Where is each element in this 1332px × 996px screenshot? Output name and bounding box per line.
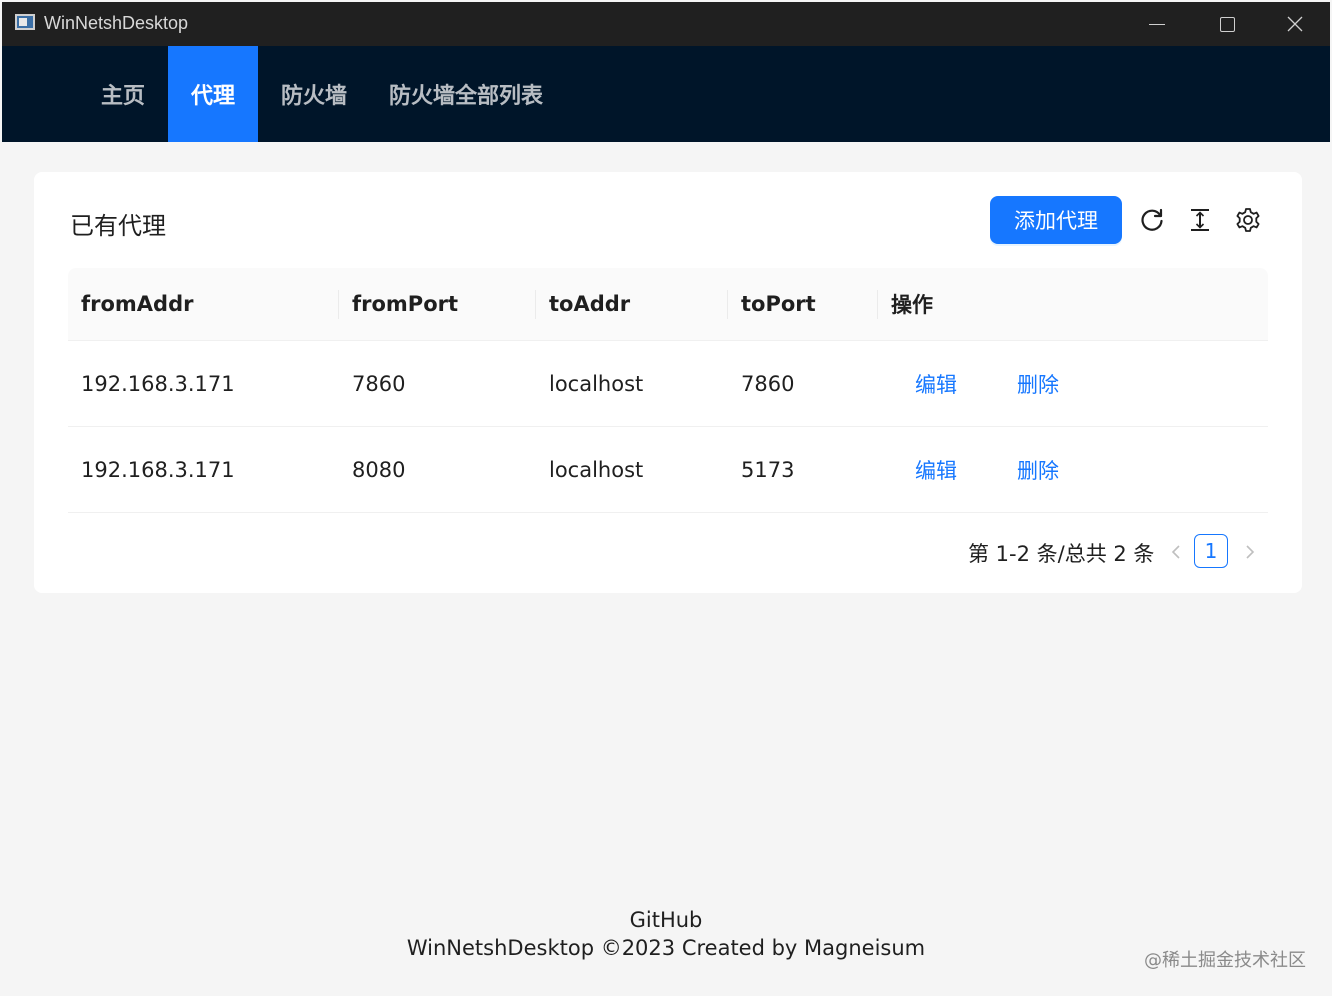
close-icon xyxy=(1287,16,1303,32)
maximize-icon xyxy=(1219,16,1235,32)
column-divider xyxy=(338,290,339,319)
window-title: WinNetshDesktop xyxy=(44,13,189,33)
top-nav: 主页 代理 防火墙 防火墙全部列表 xyxy=(2,46,1330,142)
column-divider xyxy=(727,290,728,319)
copyright-text: WinNetshDesktop ©2023 Created by Magneis… xyxy=(406,936,926,960)
cell-toport: 7860 xyxy=(741,371,795,396)
chevron-left-icon xyxy=(1171,545,1180,559)
cell-fromaddr: 192.168.3.171 xyxy=(81,371,235,396)
nav-item-home[interactable]: 主页 xyxy=(78,46,168,142)
edit-link[interactable]: 编辑 xyxy=(915,427,957,512)
column-header-toaddr: toAddr xyxy=(549,292,631,316)
footer: GitHub WinNetshDesktop ©2023 Created by … xyxy=(2,906,1330,962)
column-height-icon[interactable] xyxy=(1186,206,1214,234)
pagination-summary: 第 1-2 条/总共 2 条 xyxy=(968,542,1155,566)
proxy-table: fromAddr fromPort toAddr toPort 操作 192.1… xyxy=(68,268,1268,513)
github-link[interactable]: GitHub xyxy=(2,906,1330,934)
app-icon xyxy=(15,14,35,30)
title-bar: WinNetshDesktop xyxy=(2,2,1330,46)
close-button[interactable] xyxy=(1260,2,1330,46)
column-header-actions: 操作 xyxy=(891,293,933,317)
table-row: 192.168.3.171 7860 localhost 7860 编辑 删除 xyxy=(68,341,1268,427)
edit-link[interactable]: 编辑 xyxy=(915,341,957,426)
table-header: fromAddr fromPort toAddr toPort 操作 xyxy=(68,268,1268,341)
pagination-page-button[interactable]: 1 xyxy=(1194,534,1228,568)
chevron-right-icon xyxy=(1246,545,1255,559)
nav-item-proxy[interactable]: 代理 xyxy=(168,46,258,142)
table-row: 192.168.3.171 8080 localhost 5173 编辑 删除 xyxy=(68,427,1268,513)
add-proxy-button[interactable]: 添加代理 xyxy=(990,196,1122,244)
pagination-next-button[interactable] xyxy=(1240,540,1260,564)
reload-icon[interactable] xyxy=(1138,206,1166,234)
delete-link[interactable]: 删除 xyxy=(1017,427,1059,512)
cell-fromport: 8080 xyxy=(352,457,406,482)
column-divider xyxy=(877,290,878,319)
nav-item-firewall[interactable]: 防火墙 xyxy=(258,46,370,142)
setting-icon[interactable] xyxy=(1234,206,1262,234)
column-header-fromport: fromPort xyxy=(352,292,459,316)
column-header-fromaddr: fromAddr xyxy=(81,292,194,316)
minimize-button[interactable] xyxy=(1122,2,1192,46)
maximize-button[interactable] xyxy=(1192,2,1262,46)
nav-item-firewall-list[interactable]: 防火墙全部列表 xyxy=(370,46,562,142)
cell-fromaddr: 192.168.3.171 xyxy=(81,457,235,482)
minimize-icon xyxy=(1149,23,1165,25)
column-header-toport: toPort xyxy=(741,292,816,316)
cell-toport: 5173 xyxy=(741,457,795,482)
cell-fromport: 7860 xyxy=(352,371,406,396)
delete-link[interactable]: 删除 xyxy=(1017,341,1059,426)
proxy-card: 已有代理 添加代理 fromAddr fromPort toAddr toPor… xyxy=(34,172,1302,593)
card-title: 已有代理 xyxy=(70,212,166,240)
column-divider xyxy=(535,290,536,319)
cell-toaddr: localhost xyxy=(549,371,644,396)
cell-toaddr: localhost xyxy=(549,457,644,482)
watermark: @稀土掘金技术社区 xyxy=(1144,950,1306,971)
app-window: WinNetshDesktop 主页 代理 防火墙 防火墙全部列表 已有代理 添… xyxy=(2,2,1330,994)
pagination-prev-button[interactable] xyxy=(1166,540,1186,564)
